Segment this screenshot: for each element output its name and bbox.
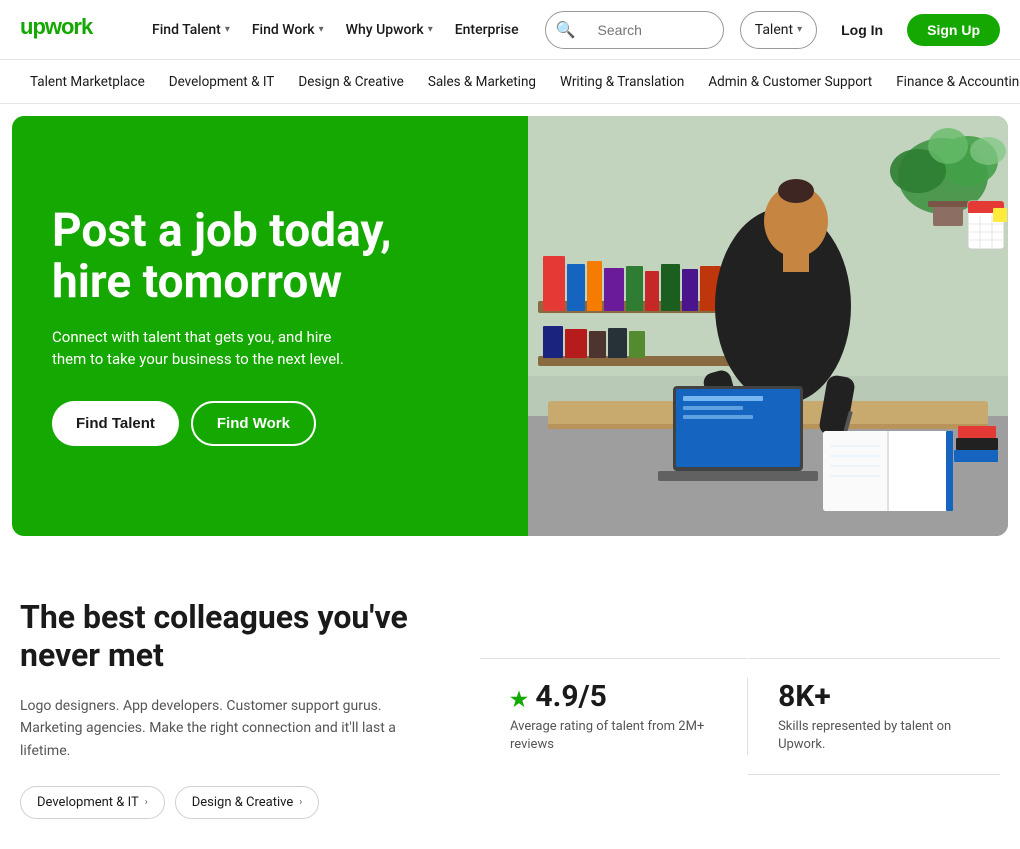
subnav-design-creative[interactable]: Design & Creative <box>288 70 413 94</box>
talent-filter-dropdown[interactable]: Talent ▾ <box>740 11 817 49</box>
nav-why-upwork[interactable]: Why Upwork ▾ <box>336 16 443 44</box>
hero-image <box>528 116 1008 536</box>
find-work-chevron-icon: ▾ <box>319 24 324 35</box>
stat-rating: ★ 4.9/5 Average rating of talent from 2M… <box>480 658 747 775</box>
logo-text: upwork <box>20 12 122 47</box>
hero-find-work-button[interactable]: Find Work <box>191 401 316 446</box>
svg-text:upwork: upwork <box>20 14 94 39</box>
stat-skills-label: Skills represented by talent on Upwork. <box>778 718 970 754</box>
dev-pill-chevron-icon: › <box>145 797 148 808</box>
stat-rating-value: ★ 4.9/5 <box>510 679 717 714</box>
star-icon: ★ <box>510 687 528 711</box>
stats-row: ★ 4.9/5 Average rating of talent from 2M… <box>480 658 1000 775</box>
search-input[interactable] <box>586 22 724 38</box>
colleagues-title: The best colleagues you've never met <box>20 598 440 675</box>
search-bar: 🔍 <box>545 11 724 49</box>
talent-dropdown-chevron-icon: ▾ <box>797 24 802 35</box>
nav-enterprise[interactable]: Enterprise <box>445 16 529 44</box>
search-icon: 🔍 <box>546 20 586 39</box>
colleagues-description: Logo designers. App developers. Customer… <box>20 695 440 762</box>
hero-section: Post a job today, hire tomorrow Connect … <box>12 116 1008 536</box>
sub-nav: Talent Marketplace Development & IT Desi… <box>0 60 1020 104</box>
login-button[interactable]: Log In <box>825 14 899 46</box>
stat-skills-value: 8K+ <box>778 679 970 714</box>
colleagues-section: The best colleagues you've never met Log… <box>0 548 1020 849</box>
subnav-talent-marketplace[interactable]: Talent Marketplace <box>20 70 155 94</box>
subnav-development-it[interactable]: Development & IT <box>159 70 285 94</box>
hero-find-talent-button[interactable]: Find Talent <box>52 401 179 446</box>
main-nav: Find Talent ▾ Find Work ▾ Why Upwork ▾ E… <box>142 16 529 44</box>
find-talent-chevron-icon: ▾ <box>225 24 230 35</box>
hero-illustration <box>528 116 1008 536</box>
signup-button[interactable]: Sign Up <box>907 14 1000 46</box>
header: upwork Find Talent ▾ Find Work ▾ Why Upw… <box>0 0 1020 60</box>
stat-skills: 8K+ Skills represented by talent on Upwo… <box>748 658 1000 775</box>
stat-rating-label: Average rating of talent from 2M+ review… <box>510 718 717 754</box>
why-upwork-chevron-icon: ▾ <box>428 24 433 35</box>
category-pill-development[interactable]: Development & IT › <box>20 786 165 819</box>
category-pills: Development & IT › Design & Creative › <box>20 786 440 819</box>
subnav-admin-support[interactable]: Admin & Customer Support <box>698 70 882 94</box>
subnav-writing-translation[interactable]: Writing & Translation <box>550 70 694 94</box>
subnav-sales-marketing[interactable]: Sales & Marketing <box>418 70 546 94</box>
nav-find-talent[interactable]: Find Talent ▾ <box>142 16 240 44</box>
logo[interactable]: upwork <box>20 12 122 47</box>
design-pill-chevron-icon: › <box>299 797 302 808</box>
subnav-finance-accounting[interactable]: Finance & Accounting <box>886 70 1020 94</box>
hero-content: Post a job today, hire tomorrow Connect … <box>12 116 528 536</box>
colleagues-left: The best colleagues you've never met Log… <box>20 598 440 819</box>
hero-buttons: Find Talent Find Work <box>52 401 488 446</box>
nav-find-work[interactable]: Find Work ▾ <box>242 16 334 44</box>
hero-title: Post a job today, hire tomorrow <box>52 206 488 307</box>
category-pill-design[interactable]: Design & Creative › <box>175 786 320 819</box>
hero-subtitle: Connect with talent that gets you, and h… <box>52 326 352 371</box>
